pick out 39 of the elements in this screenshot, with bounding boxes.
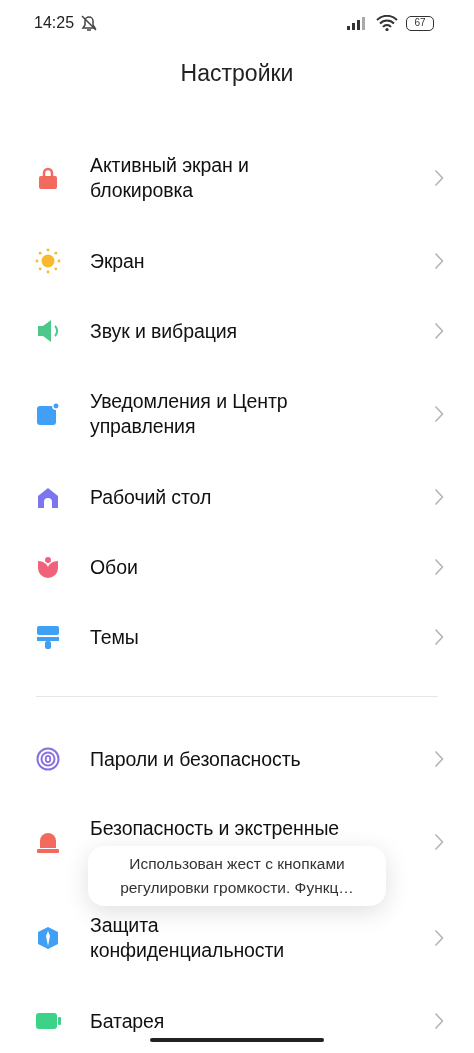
setting-label[interactable]: Батарея bbox=[90, 1008, 434, 1034]
chevron-icon bbox=[434, 488, 444, 506]
chevron-icon bbox=[434, 169, 444, 187]
chevron-icon bbox=[434, 558, 444, 576]
chevron-icon bbox=[434, 833, 444, 851]
sun-icon bbox=[35, 248, 61, 274]
chevron-icon bbox=[434, 929, 444, 947]
home-icon bbox=[37, 486, 59, 508]
setting-label[interactable]: Рабочий стол bbox=[90, 484, 434, 510]
page-title: Настройки bbox=[179, 59, 295, 88]
fingerprint-icon bbox=[36, 747, 60, 771]
setting-label[interactable]: Темы bbox=[90, 624, 434, 650]
setting-label[interactable]: Обои bbox=[90, 554, 434, 580]
chevron-icon bbox=[434, 628, 444, 646]
status-time: 14:25 bbox=[34, 13, 75, 33]
setting-label[interactable]: Звук и вибрация bbox=[90, 318, 434, 344]
flower-icon bbox=[37, 556, 59, 578]
battery-indicator: 67 bbox=[406, 15, 434, 31]
setting-label[interactable]: Активный экран и блокировка bbox=[90, 153, 434, 203]
paint-roller-icon bbox=[36, 625, 60, 649]
signal-icon bbox=[346, 16, 368, 30]
setting-label[interactable]: Безопасность и экстренные bbox=[90, 816, 340, 841]
message-toast: Использован жест с кнопками регулировки громкости. Функц… bbox=[88, 846, 386, 906]
chevron-icon bbox=[434, 322, 444, 340]
lock-icon bbox=[37, 166, 59, 190]
chevron-icon bbox=[434, 1012, 444, 1030]
setting-label[interactable]: Уведомления и Центр управления bbox=[90, 389, 434, 439]
chevron-icon bbox=[434, 405, 444, 423]
setting-label[interactable]: Защита конфиденциальности bbox=[90, 913, 434, 963]
wifi-icon bbox=[376, 15, 398, 31]
chevron-icon bbox=[434, 252, 444, 270]
speaker-icon bbox=[37, 319, 59, 343]
alarm-light-icon bbox=[36, 830, 60, 854]
setting-label[interactable]: Пароли и безопасность bbox=[90, 746, 434, 772]
setting-label[interactable]: Экран bbox=[90, 248, 434, 274]
shield-icon bbox=[37, 926, 59, 950]
battery-icon bbox=[34, 1011, 62, 1031]
chevron-icon bbox=[434, 750, 444, 768]
notification-icon bbox=[36, 402, 60, 426]
